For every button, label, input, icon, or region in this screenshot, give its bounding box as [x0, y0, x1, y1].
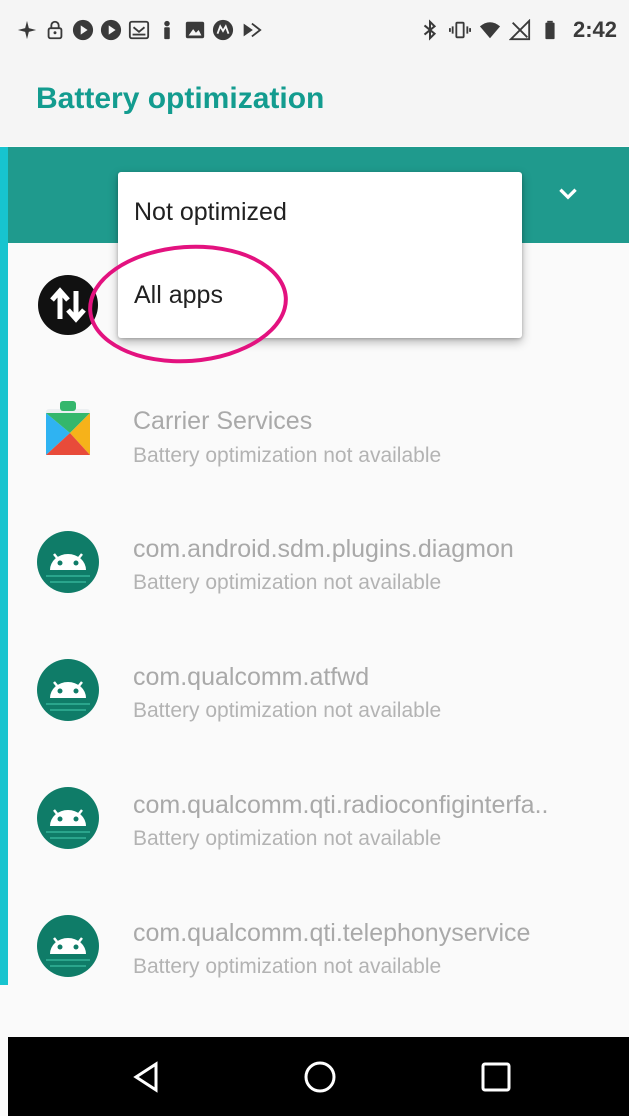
filter-dropdown-menu: Not optimized All apps: [118, 172, 522, 338]
menu-item-label: Not optimized: [134, 198, 287, 226]
sparkle-icon: [17, 20, 37, 40]
app-bar: Battery optimization: [0, 60, 629, 146]
no-signal-icon: [508, 19, 531, 41]
back-icon[interactable]: [128, 1059, 164, 1095]
status-bar-notifications: [16, 16, 262, 44]
app-name: Carrier Services: [133, 407, 313, 435]
android-icon: [37, 915, 99, 977]
app-name: com.qualcomm.qti.telephonyservice: [133, 919, 531, 947]
app-status: Battery optimization not available: [133, 699, 442, 722]
app-status: Battery optimization not available: [133, 571, 442, 594]
wifi-icon: [479, 22, 501, 39]
status-bar: 2:42: [0, 0, 629, 60]
app-status: Battery optimization not available: [133, 444, 442, 467]
home-icon[interactable]: [302, 1059, 338, 1095]
navigation-bar: [8, 1037, 629, 1116]
mail-icon: [128, 20, 150, 40]
carrier-services-icon: [46, 401, 90, 455]
data-transfer-icon: [38, 275, 98, 335]
play-circle-icon: [72, 19, 94, 41]
android-icon: [37, 659, 99, 721]
image-icon: [185, 21, 205, 39]
lock-icon: [47, 20, 63, 40]
motorola-icon: [212, 19, 234, 41]
vibrate-icon: [448, 21, 471, 39]
chevron-down-icon[interactable]: [555, 181, 581, 207]
app-name: com.qualcomm.qti.radioconfiginterfa..: [133, 791, 549, 819]
menu-item-label: All apps: [134, 281, 223, 309]
status-bar-system: 2:42: [419, 16, 617, 44]
app-status: Battery optimization not available: [133, 827, 442, 850]
clock: 2:42: [572, 17, 617, 42]
battery-icon: [545, 20, 555, 40]
menu-item-not-optimized[interactable]: Not optimized: [118, 172, 522, 255]
list-item[interactable]: com.qualcomm.qti.radioconfiginterfa.. Ba…: [8, 756, 629, 876]
android-icon: [37, 787, 99, 849]
recents-icon[interactable]: [478, 1059, 514, 1095]
list-item[interactable]: com.qualcomm.qti.telephonyservice Batter…: [8, 884, 629, 1004]
bluetooth-icon: [423, 19, 437, 41]
page-title: Battery optimization: [36, 82, 325, 115]
app-status: Battery optimization not available: [133, 955, 442, 978]
forward-icon: [243, 22, 262, 38]
figure-icon: [164, 20, 170, 40]
list-item[interactable]: Carrier Services Battery optimization no…: [8, 373, 629, 493]
play-circle-icon: [100, 19, 122, 41]
android-icon: [37, 531, 99, 593]
list-item[interactable]: com.android.sdm.plugins.diagmon Battery …: [8, 500, 629, 620]
list-item[interactable]: com.qualcomm.atfwd Battery optimization …: [8, 628, 629, 748]
left-edge-strip: [0, 147, 8, 985]
menu-item-all-apps[interactable]: All apps: [118, 255, 522, 338]
app-name: com.android.sdm.plugins.diagmon: [133, 535, 514, 563]
app-name: com.qualcomm.atfwd: [133, 663, 370, 691]
